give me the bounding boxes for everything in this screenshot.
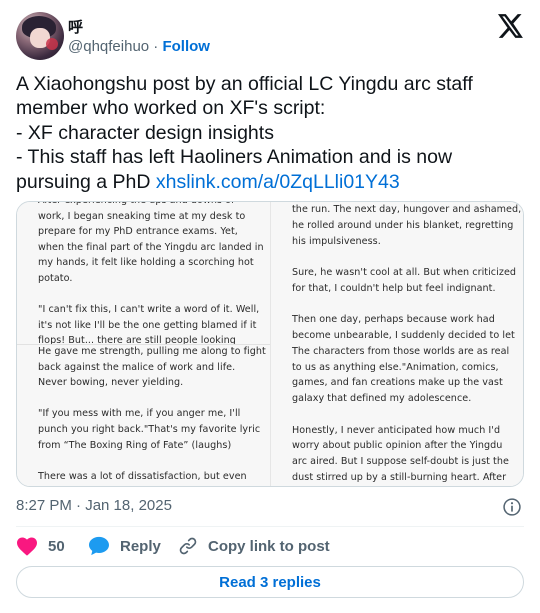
reply-label: Reply	[120, 537, 161, 555]
x-logo-icon[interactable]	[498, 14, 524, 38]
tweet-line: A Xiaohongshu post by an official LC Yin…	[16, 73, 473, 95]
left-top-text: After experiencing the ups and downs of w…	[17, 202, 270, 344]
handle-separator: ·	[153, 38, 159, 55]
media-text-line: prepare for my PhD entrance exams. Yet,	[38, 226, 238, 238]
media-text-line: from “The Boxing Ring of Fate” (laughs)	[38, 439, 232, 451]
author-handle-row: @qhqfeihuo · Follow	[68, 38, 210, 55]
info-icon[interactable]	[502, 497, 522, 517]
media-text-line: his impulsiveness.	[292, 235, 381, 247]
media-text-line: He gave me strength, pulling me along to…	[38, 346, 266, 357]
media-text-line: dust stirred up by a still-burning heart…	[292, 471, 507, 483]
media-text-line: back against the malice of work and life…	[38, 361, 236, 373]
media-text-line: "I can't fix this, I can't write a word …	[38, 304, 260, 316]
media-text-line: After experiencing the ups and downs of	[38, 202, 235, 206]
media-text-line: worry about public opinion after the Yin…	[292, 440, 503, 452]
tweet-line-text: pursuing a PhD	[16, 170, 156, 193]
heart-icon	[17, 537, 37, 556]
media-text-line: flops! But... there are still people loo…	[38, 335, 236, 344]
reply-button[interactable]: Reply	[88, 534, 161, 558]
tweet-line: member who worked on XF's script:	[16, 97, 326, 120]
tweet-link[interactable]: xhslink.com/a/0ZqLLli01Y43	[156, 171, 400, 193]
media-text-line: to us as anything else."Animation, comic…	[292, 361, 499, 373]
action-bar: 50 Reply Copy link to post	[16, 534, 524, 558]
copy-link-label: Copy link to post	[208, 537, 330, 555]
media-text-line: when the final part of the Yingdu arc la…	[38, 241, 264, 253]
left-bottom-text: He gave me strength, pulling me along to…	[17, 345, 270, 486]
tweet-header: 呼 @qhqfeihuo · Follow	[16, 12, 524, 60]
avatar[interactable]	[16, 12, 64, 60]
tweet-line: - This staff has left Haoliners Animatio…	[16, 146, 453, 169]
media-text-line: Then one day, perhaps because work had	[292, 314, 495, 326]
media-panel-right: the run. The next day, hungover and asha…	[271, 202, 523, 486]
copy-link-button[interactable]: Copy link to post	[178, 534, 330, 558]
media-text-line: for that, I couldn't help but feel indig…	[292, 282, 496, 294]
media-text-line: "If you mess with me, if you anger me, I…	[38, 408, 241, 420]
link-icon	[179, 537, 197, 555]
follow-button[interactable]: Follow	[162, 38, 210, 55]
author-display-name[interactable]: 呼	[68, 16, 83, 37]
tweet-line: - XF character design insights	[16, 121, 274, 144]
reply-bubble-icon	[89, 536, 109, 556]
right-text: the run. The next day, hungover and asha…	[271, 202, 523, 486]
media-text-line: my hands, it felt like holding a scorchi…	[38, 257, 254, 269]
media-image[interactable]: After experiencing the ups and downs of w…	[16, 201, 524, 487]
tweet-timestamp[interactable]: 8:27 PM · Jan 18, 2025	[16, 497, 172, 514]
media-text-line: galaxy that defined my adolescence.	[292, 393, 472, 404]
media-text-line: There was a lot of dissatisfaction, but …	[38, 470, 247, 482]
separator	[16, 526, 524, 527]
tweet-text: A Xiaohongshu post by an official LC Yin…	[16, 72, 526, 194]
author-handle[interactable]: @qhqfeihuo	[68, 38, 149, 55]
media-text-line: the run. The next day, hungover and asha…	[292, 204, 522, 215]
media-panel-left: After experiencing the ups and downs of w…	[17, 202, 271, 486]
tweet-line-last: pursuing a PhD xhslink.com/a/0ZqLLli01Y4…	[16, 170, 526, 194]
media-text-line: The characters from those worlds are as …	[292, 345, 510, 357]
media-text-line: work, I began sneaking time at my desk t…	[38, 210, 246, 222]
media-text-line: Sure, he wasn't cool at all. But when cr…	[292, 267, 517, 278]
media-text-line: arc aired. But I suppose self-doubt is j…	[292, 456, 509, 467]
media-text-line: potato.	[38, 273, 73, 284]
media-text-line: games, and fan creations make up the vas…	[292, 377, 503, 389]
media-text-line: it's not like I'll be the one getting bl…	[38, 319, 257, 331]
media-text-line: he rolled around under his blanket, regr…	[292, 219, 514, 231]
read-replies-button[interactable]: Read 3 replies	[16, 566, 524, 598]
media-text-line: Never bowing, never yielding.	[38, 377, 184, 389]
media-text-line: punch you right back."That's my favorite…	[38, 424, 261, 435]
like-button[interactable]: 50	[16, 534, 65, 558]
like-count: 50	[48, 537, 65, 555]
media-text-line: Honestly, I never anticipated how much I…	[292, 424, 501, 436]
media-text-line: become unbearable, I suddenly decided to…	[292, 330, 515, 341]
